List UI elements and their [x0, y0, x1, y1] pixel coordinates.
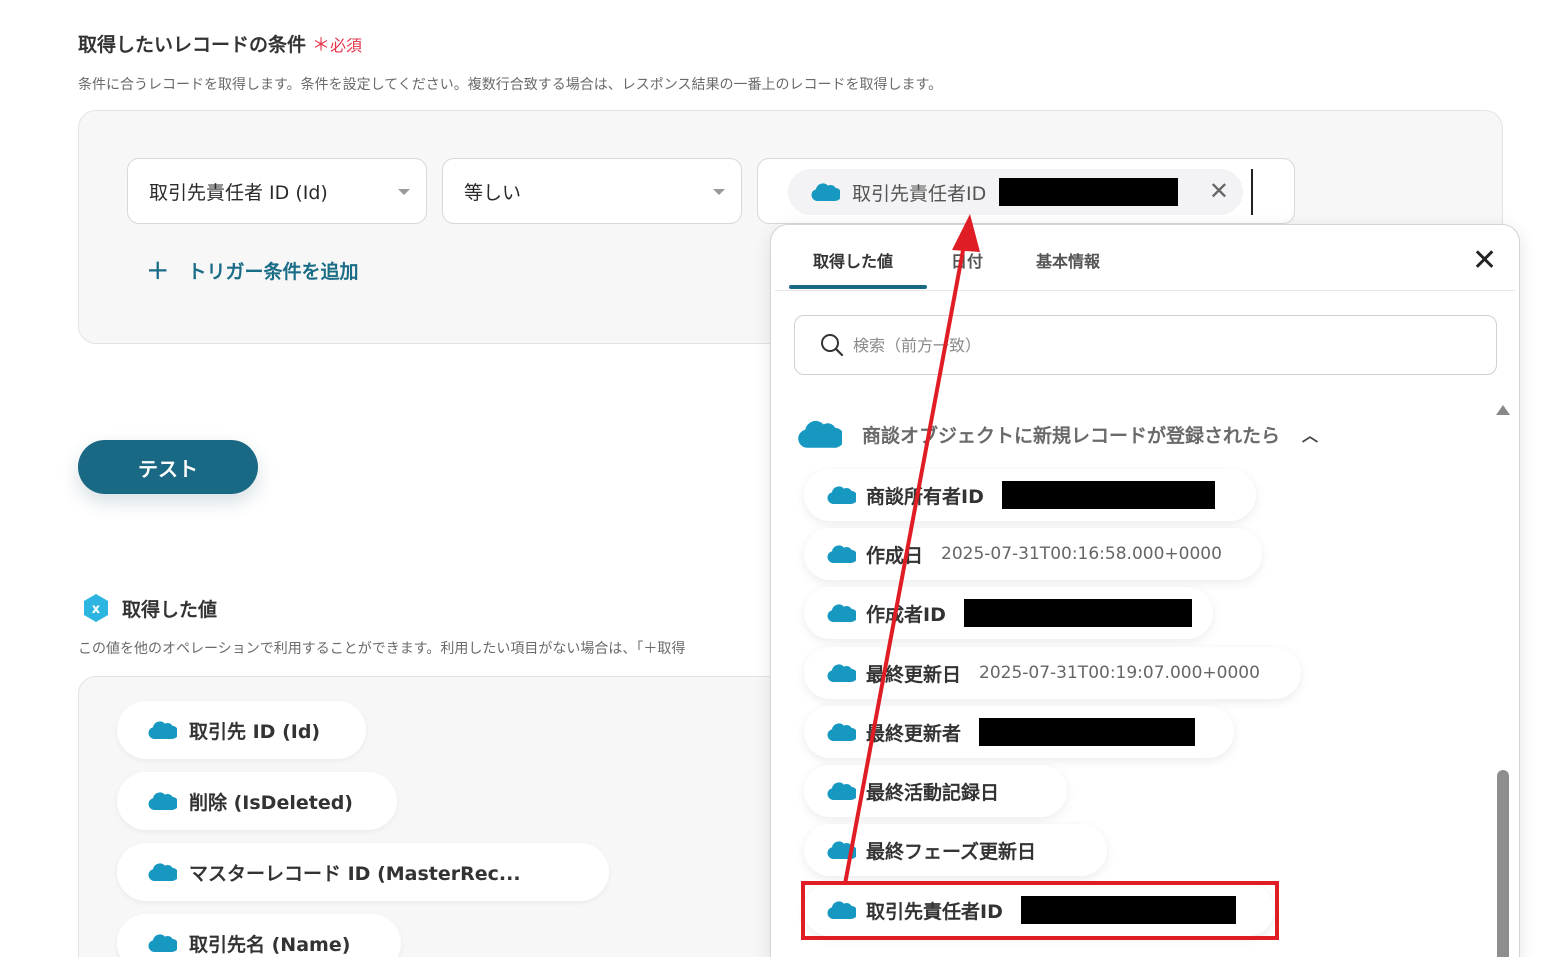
redacted-value [963, 599, 1192, 627]
value-item-label: 取引先 ID (Id) [189, 720, 321, 743]
obtained-values-description: この値を他のオペレーションで利用することができます。利用したい項目がない場合は、… [78, 641, 686, 657]
picker-item-last-activity-date[interactable]: 最終活動記録日 [804, 765, 1067, 817]
picker-item-value: 2025-07-31T00:19:07.000+0000 [979, 663, 1260, 683]
value-item-account-name[interactable]: 取引先名 (Name) [117, 914, 401, 957]
required-indicator: ＊必須 [312, 35, 363, 56]
chevron-up-icon[interactable]: ︿ [1302, 422, 1318, 446]
tabs-divider [775, 290, 1515, 291]
chevron-down-icon [398, 189, 410, 195]
picker-item-opportunity-owner-id[interactable]: 商談所有者ID [804, 469, 1256, 521]
salesforce-cloud-icon [827, 545, 856, 564]
field-select[interactable]: 取引先責任者 ID (Id) [127, 158, 427, 224]
value-item-label: 取引先名 (Name) [189, 933, 351, 956]
active-tab-indicator [789, 285, 927, 289]
picker-item-label: 最終フェーズ更新日 [866, 840, 1037, 863]
picker-item-last-modified-date[interactable]: 最終更新日 2025-07-31T00:19:07.000+0000 [804, 647, 1301, 699]
close-icon[interactable]: ✕ [1209, 179, 1229, 203]
redacted-value [1001, 481, 1215, 509]
test-button[interactable]: テスト [78, 440, 258, 494]
salesforce-cloud-icon [148, 721, 177, 740]
salesforce-cloud-icon [827, 486, 856, 505]
add-trigger-label: トリガー条件を追加 [187, 260, 359, 283]
value-item-isdeleted[interactable]: 削除 (IsDeleted) [117, 772, 397, 830]
yoom-x-badge-icon: x [84, 594, 108, 622]
salesforce-cloud-icon [827, 664, 856, 683]
salesforce-cloud-icon [798, 420, 842, 448]
salesforce-cloud-icon [148, 863, 177, 882]
close-icon[interactable]: ✕ [1472, 246, 1497, 276]
operator-select[interactable]: 等しい [442, 158, 742, 224]
text-cursor [1251, 169, 1253, 215]
picker-item-label: 最終更新日 [866, 663, 962, 686]
salesforce-cloud-icon [827, 723, 856, 742]
field-select-value: 取引先責任者 ID (Id) [149, 181, 328, 204]
picker-item-created-date[interactable]: 作成日 2025-07-31T00:16:58.000+0000 [804, 528, 1262, 580]
value-input[interactable]: 取引先責任者ID ✕ [757, 158, 1295, 224]
tab-basic-info[interactable]: 基本情報 [1036, 248, 1100, 272]
add-trigger-condition-button[interactable]: + トリガー条件を追加 [146, 256, 358, 284]
value-item-account-id[interactable]: 取引先 ID (Id) [117, 701, 366, 759]
redacted-value [999, 178, 1179, 206]
value-chip-label: 取引先責任者ID [852, 182, 987, 205]
group-title: 商談オブジェクトに新規レコードが登録されたら [862, 424, 1281, 447]
value-item-master-record-id[interactable]: マスターレコード ID (MasterRec... [117, 843, 609, 901]
picker-item-created-by-id[interactable]: 作成者ID [804, 587, 1213, 639]
picker-item-label: 商談所有者ID [866, 485, 984, 508]
picker-item-label: 作成日 [866, 544, 924, 567]
svg-text:x: x [92, 602, 101, 617]
redacted-value [979, 718, 1196, 746]
search-icon [821, 334, 844, 357]
highlight-box [801, 881, 1279, 940]
value-item-label: 削除 (IsDeleted) [189, 791, 353, 814]
salesforce-cloud-icon [148, 792, 177, 811]
picker-item-label: 作成者ID [866, 603, 946, 626]
search-input[interactable] [853, 335, 1453, 355]
conditions-title: 取得したいレコードの条件 ＊必須 [78, 34, 363, 56]
salesforce-cloud-icon [827, 782, 856, 801]
salesforce-cloud-icon [827, 841, 856, 860]
operator-select-value: 等しい [464, 181, 522, 204]
obtained-values-title: x 取得した値 [80, 592, 217, 624]
salesforce-cloud-icon [148, 934, 177, 953]
scrollbar-thumb[interactable] [1497, 770, 1509, 957]
value-chip[interactable]: 取引先責任者ID ✕ [788, 169, 1243, 215]
value-item-label: マスターレコード ID (MasterRec... [189, 862, 521, 885]
scroll-up-arrow[interactable] [1496, 405, 1510, 415]
picker-item-label: 最終活動記録日 [866, 781, 1000, 804]
salesforce-cloud-icon [827, 604, 856, 623]
tab-date[interactable]: 日付 [951, 248, 983, 272]
picker-item-last-modified-by[interactable]: 最終更新者 [804, 706, 1234, 758]
picker-item-last-stage-change-date[interactable]: 最終フェーズ更新日 [804, 824, 1107, 876]
picker-item-value: 2025-07-31T00:16:58.000+0000 [941, 544, 1222, 564]
conditions-description: 条件に合うレコードを取得します。条件を設定してください。複数行合致する場合は、レ… [78, 77, 943, 93]
chevron-down-icon [713, 189, 725, 195]
trigger-group-header[interactable]: 商談オブジェクトに新規レコードが登録されたら ︿ [796, 418, 1318, 450]
picker-item-label: 最終更新者 [866, 722, 962, 745]
search-field[interactable] [794, 315, 1497, 375]
salesforce-cloud-icon [811, 183, 840, 202]
tab-obtained-values[interactable]: 取得した値 [813, 248, 893, 272]
plus-icon: + [146, 253, 170, 286]
